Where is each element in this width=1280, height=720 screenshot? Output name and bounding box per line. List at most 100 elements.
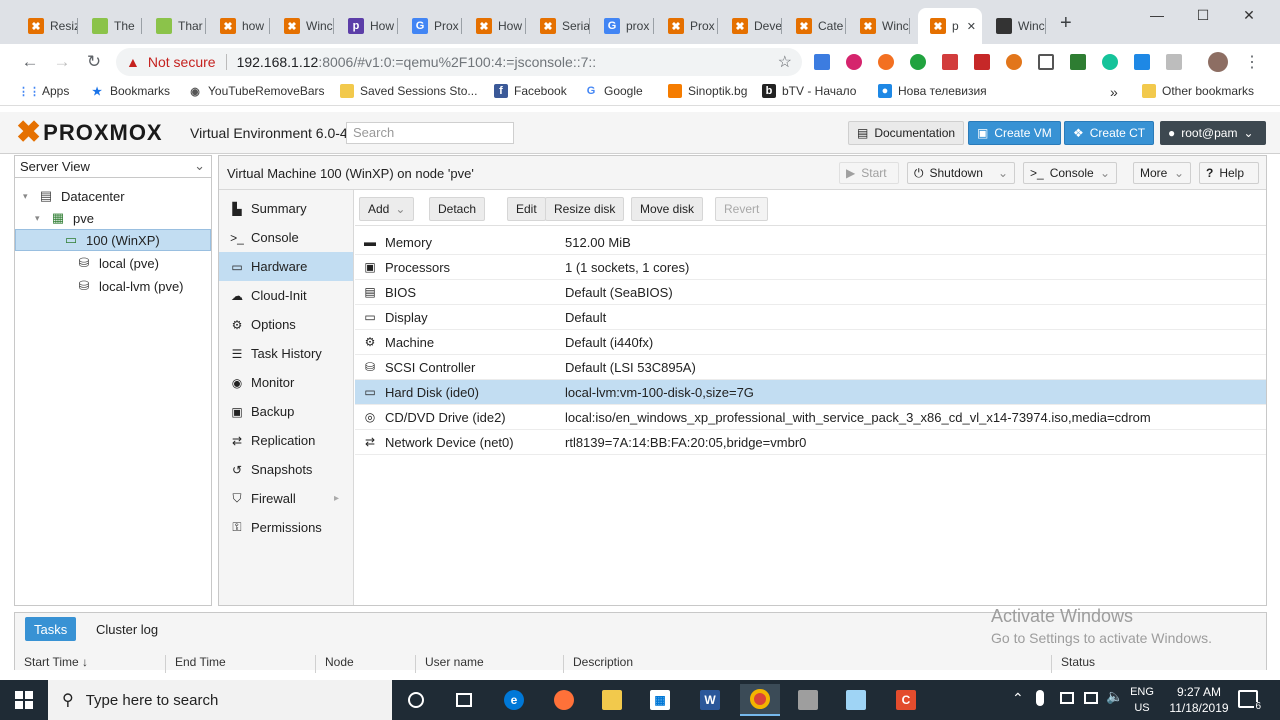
- browser-tab[interactable]: ✖ Deve: [720, 8, 782, 44]
- nav-item[interactable]: ▭ Hardware: [219, 252, 353, 281]
- extension-grammarly-icon[interactable]: [1102, 54, 1118, 70]
- extension-window-icon[interactable]: [1134, 54, 1150, 70]
- tree-node[interactable]: ⛁ local (pve): [61, 252, 159, 274]
- tree-node[interactable]: ▾ ▦ pve: [35, 207, 94, 229]
- start-button[interactable]: ▶ Start: [839, 162, 899, 184]
- extension-red-icon[interactable]: [942, 54, 958, 70]
- tab-cluster-log[interactable]: Cluster log: [87, 617, 167, 641]
- browser-tab[interactable]: G Prox: [400, 8, 462, 44]
- bookmark-item[interactable]: b bTV - Начало: [762, 84, 856, 98]
- hardware-row[interactable]: ▭ Display Default: [355, 305, 1266, 330]
- nav-item[interactable]: ☰ Task History: [219, 339, 353, 368]
- column-header[interactable]: User name: [415, 655, 563, 673]
- tree-node[interactable]: ▾ ▤ Datacenter: [23, 185, 125, 207]
- hardware-row[interactable]: ▭ Hard Disk (ide0) local-lvm:vm-100-disk-0…: [355, 380, 1266, 405]
- back-button[interactable]: ←: [16, 48, 44, 76]
- profile-avatar[interactable]: [1208, 52, 1228, 72]
- browser-tab[interactable]: ✖ Prox: [656, 8, 718, 44]
- bookmark-item[interactable]: Saved Sessions Sto...: [340, 84, 477, 98]
- nav-item[interactable]: ⚙ Options: [219, 310, 353, 339]
- expand-toggle-icon[interactable]: ▾: [35, 213, 47, 224]
- extension-grey-icon[interactable]: [1166, 54, 1182, 70]
- bookmark-item[interactable]: ★ Bookmarks: [90, 84, 170, 98]
- task-view-icon[interactable]: [444, 684, 484, 716]
- shutdown-button[interactable]: ⏻ Shutdown ⌄: [907, 162, 1015, 184]
- browser-tab[interactable]: Gprox: [592, 8, 654, 44]
- extension-orange-icon[interactable]: [878, 54, 894, 70]
- bookmark-item[interactable]: G Google: [584, 84, 643, 98]
- move-disk-button[interactable]: Move disk: [631, 197, 704, 221]
- create-ct-button[interactable]: ❖ Create CT: [1064, 121, 1155, 145]
- tab-tasks[interactable]: Tasks: [25, 617, 77, 641]
- extension-chart-icon[interactable]: [814, 54, 830, 70]
- search-input[interactable]: Search: [346, 122, 514, 144]
- maximize-button[interactable]: ☐: [1180, 0, 1226, 30]
- user-menu-button[interactable]: ● root@pam ⌄: [1160, 121, 1266, 145]
- hardware-row[interactable]: ⇄ Network Device (net0) rtl8139=7A:14:BB:F…: [355, 430, 1266, 455]
- browser-tab[interactable]: ✖ p ✕: [918, 8, 982, 44]
- help-button[interactable]: ? Help: [1199, 162, 1259, 184]
- view-selector[interactable]: Server View ⌄: [15, 156, 211, 178]
- bookmark-star-icon[interactable]: ☆: [778, 52, 792, 72]
- browser-tab[interactable]: Winc: [984, 8, 1046, 44]
- browser-tab[interactable]: Thar: [144, 8, 206, 44]
- nav-item[interactable]: ⇄ Replication: [219, 426, 353, 455]
- new-tab-button[interactable]: +: [1060, 12, 1072, 35]
- language-indicator[interactable]: ENG US: [1128, 684, 1156, 716]
- column-header[interactable]: Node: [315, 655, 415, 673]
- browser-tab[interactable]: ✖ Cate: [784, 8, 846, 44]
- extension-m-icon[interactable]: [974, 54, 990, 70]
- other-bookmarks[interactable]: Other bookmarks: [1142, 84, 1254, 98]
- revert-button[interactable]: Revert: [715, 197, 769, 221]
- hardware-row[interactable]: ▣ Processors 1 (1 sockets, 1 cores): [355, 255, 1266, 280]
- extension-metamask-icon[interactable]: [1006, 54, 1022, 70]
- resize-disk-button[interactable]: Resize disk: [545, 197, 625, 221]
- file-explorer-icon[interactable]: [592, 684, 632, 716]
- address-bar[interactable]: ▲ Not secure 192.168.1.12:8006/#v1:0:=qe…: [116, 48, 802, 76]
- chrome-icon[interactable]: [740, 684, 780, 716]
- bookmark-item[interactable]: Sinoptik.bg: [668, 84, 747, 98]
- create-vm-button[interactable]: ▣ Create VM: [968, 121, 1061, 145]
- forward-button[interactable]: →: [48, 48, 76, 76]
- browser-tab[interactable]: p How: [336, 8, 398, 44]
- power-plug-icon[interactable]: [1060, 692, 1074, 704]
- chrome-menu-icon[interactable]: ⋮: [1238, 48, 1266, 76]
- minimize-button[interactable]: —: [1134, 0, 1180, 30]
- clock[interactable]: 9:27 AM 11/18/2019: [1168, 684, 1230, 716]
- more-bookmarks-button[interactable]: »: [1110, 84, 1118, 100]
- taskbar-search[interactable]: ⚲ Type here to search: [48, 680, 392, 720]
- browser-tab[interactable]: ✖ Resiz: [16, 8, 78, 44]
- edge-icon[interactable]: e: [494, 684, 534, 716]
- browser-tab[interactable]: ✖ Winc: [848, 8, 910, 44]
- hardware-row[interactable]: ▬ Memory 512.00 MiB: [355, 230, 1266, 255]
- nav-item[interactable]: ◉ Monitor: [219, 368, 353, 397]
- nav-item[interactable]: ☁ Cloud-Init: [219, 281, 353, 310]
- bookmark-item[interactable]: ● Нова телевизия: [878, 84, 987, 98]
- extension-evernote-icon[interactable]: [910, 54, 926, 70]
- not-secure-label[interactable]: Not secure: [148, 54, 216, 70]
- presentation-app-icon[interactable]: C: [886, 684, 926, 716]
- tree-node[interactable]: ⛁ local-lvm (pve): [61, 275, 184, 297]
- hardware-row[interactable]: ⛁ SCSI Controller Default (LSI 53C895A): [355, 355, 1266, 380]
- windows-start-icon[interactable]: [4, 684, 44, 716]
- hardware-row[interactable]: ◎ CD/DVD Drive (ide2) local:iso/en_windows…: [355, 405, 1266, 430]
- store-icon[interactable]: ▦: [640, 684, 680, 716]
- nav-item[interactable]: ▙ Summary: [219, 194, 353, 223]
- browser-tab[interactable]: ✖ Seria: [528, 8, 590, 44]
- bookmark-item[interactable]: ◉ YouTubeRemoveBars: [188, 84, 324, 98]
- nav-item[interactable]: ▣ Backup: [219, 397, 353, 426]
- column-header[interactable]: End Time: [165, 655, 315, 673]
- add-button[interactable]: Add ⌄: [359, 197, 415, 221]
- volume-icon[interactable]: 🔈: [1106, 688, 1123, 705]
- close-window-button[interactable]: ✕: [1226, 0, 1272, 30]
- console-button[interactable]: >_ Console ⌄: [1023, 162, 1117, 184]
- extension-pinterest-icon[interactable]: [846, 54, 862, 70]
- firefox-icon[interactable]: [544, 684, 584, 716]
- notepad-icon[interactable]: [836, 684, 876, 716]
- word-icon[interactable]: W: [690, 684, 730, 716]
- bookmark-item[interactable]: ⋮⋮ Apps: [18, 84, 69, 98]
- cortana-icon[interactable]: [396, 684, 436, 716]
- bookmark-item[interactable]: f Facebook: [494, 84, 567, 98]
- browser-tab[interactable]: ✖ Winc: [272, 8, 334, 44]
- hardware-row[interactable]: ⚙ Machine Default (i440fx): [355, 330, 1266, 355]
